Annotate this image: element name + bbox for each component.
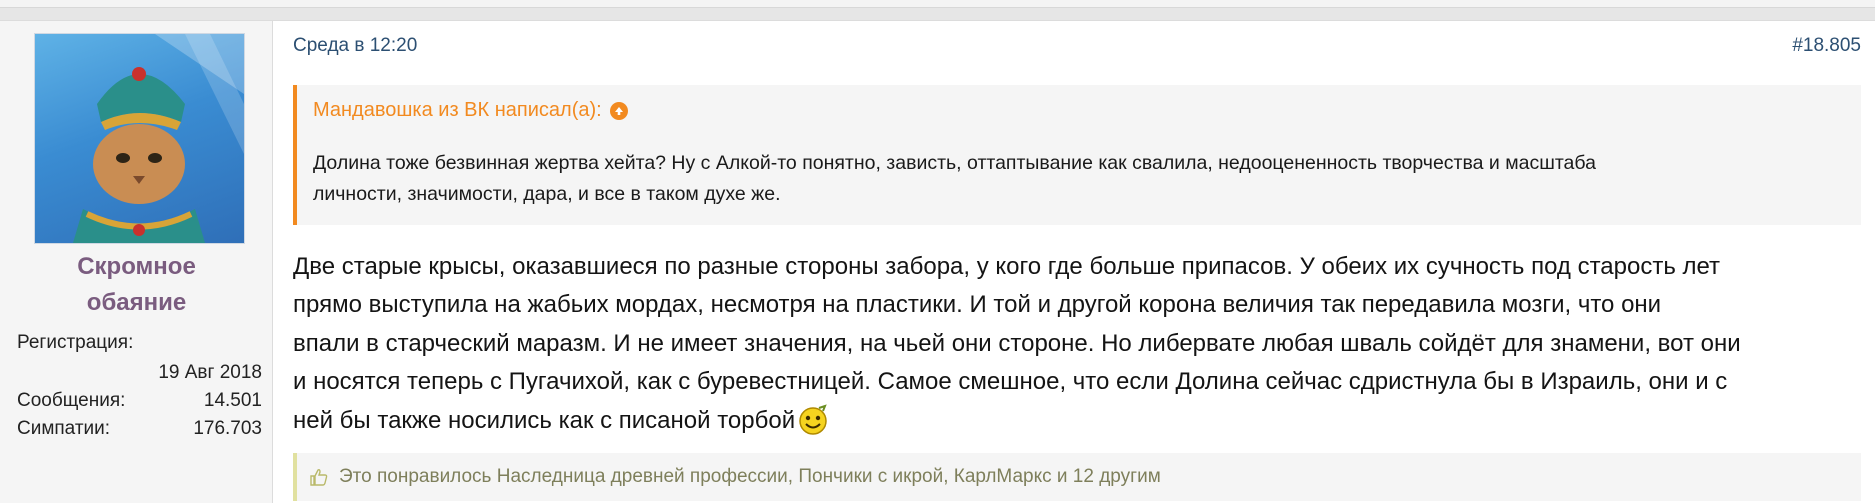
registration-date: 19 Авг 2018 bbox=[158, 362, 262, 383]
quote-header[interactable]: Мандавошка из ВК написал(а): bbox=[313, 99, 628, 122]
messages-label: Сообщения: bbox=[17, 390, 126, 411]
registration-label: Регистрация: bbox=[17, 332, 134, 353]
quote-text-line: личности, значимости, дара, и все в тако… bbox=[313, 183, 781, 205]
forum-post: Скромное обаяние Регистрация: 19 Авг 201… bbox=[0, 20, 1875, 503]
messages-stat: Сообщения: 14.501 bbox=[17, 389, 262, 413]
post-body-last-line: ней бы также носились как с писаной торб… bbox=[293, 404, 829, 446]
quote-text-line: Долина тоже безвинная жертва хейта? Ну с… bbox=[313, 152, 1596, 174]
username[interactable]: Скромное обаяние bbox=[0, 249, 273, 321]
likes-label: Симпатии: bbox=[17, 418, 111, 439]
previous-post-bottom-edge bbox=[0, 0, 1875, 8]
quote-author[interactable]: Мандавошка из ВК написал(а): bbox=[313, 99, 602, 122]
username-line-1[interactable]: Скромное bbox=[0, 249, 273, 285]
likes-count: 176.703 bbox=[193, 418, 262, 439]
smiley-icon bbox=[797, 404, 829, 446]
user-info-panel: Скромное обаяние Регистрация: 19 Авг 201… bbox=[0, 21, 273, 503]
post-body-line: прямо выступила на жабьих мордах, несмот… bbox=[293, 291, 1662, 318]
user-avatar[interactable] bbox=[34, 33, 245, 244]
likes-stat: Симпатии: 176.703 bbox=[17, 417, 262, 441]
post-body-line: ней бы также носились как с писаной торб… bbox=[293, 407, 796, 434]
quote-block: Мандавошка из ВК написал(а): Долина тоже… bbox=[293, 85, 1861, 225]
likes-bar: Это понравилось Наследница древней профе… bbox=[293, 453, 1861, 501]
post-body-line: Две старые крысы, оказавшиеся по разные … bbox=[293, 253, 1721, 280]
post-number-link[interactable]: #18.805 bbox=[1792, 35, 1861, 57]
post-body-line: впали в старческий маразм. И не имеет зн… bbox=[293, 330, 1741, 357]
messages-count: 14.501 bbox=[203, 390, 262, 411]
arrow-up-circle-icon[interactable] bbox=[609, 101, 628, 120]
likes-summary[interactable]: Это понравилось Наследница древней профе… bbox=[339, 466, 1161, 488]
post-date-link[interactable]: Среда в 12:20 bbox=[293, 35, 417, 57]
thumbs-up-icon bbox=[309, 467, 329, 487]
post-content: Среда в 12:20 #18.805 Мандавошка из ВК н… bbox=[273, 21, 1875, 503]
post-body-line: и носятся теперь с Пугачихой, как с буре… bbox=[293, 368, 1728, 395]
username-line-2[interactable]: обаяние bbox=[0, 285, 273, 321]
